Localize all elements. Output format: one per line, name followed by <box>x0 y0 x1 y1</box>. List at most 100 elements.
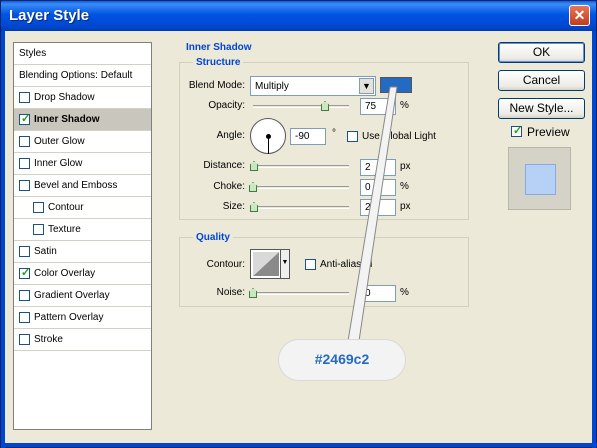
new-style-button[interactable]: New Style... <box>498 98 585 119</box>
title-bar[interactable]: Layer Style ✕ <box>1 1 596 31</box>
style-item-checkbox[interactable] <box>33 224 44 235</box>
use-global-light-label: Use Global Light <box>362 131 436 142</box>
anti-aliased-label: Anti-aliased <box>320 259 373 270</box>
style-item-label: Stroke <box>34 334 63 345</box>
opacity-label: Opacity: <box>208 100 245 111</box>
noise-unit: % <box>400 287 409 298</box>
opacity-field[interactable]: 75 <box>360 98 396 115</box>
style-item-stroke[interactable]: Stroke <box>14 329 151 351</box>
preview-thumbnail <box>508 147 571 210</box>
window-frame-left <box>1 31 5 448</box>
contour-linear-icon <box>253 252 279 276</box>
size-unit: px <box>400 201 411 212</box>
styles-header-label: Styles <box>19 48 47 59</box>
style-item-label: Color Overlay <box>34 268 96 279</box>
preview-swatch <box>525 164 556 195</box>
choke-field[interactable]: 0 <box>360 179 396 196</box>
layer-style-dialog: Layer Style ✕ Styles Blending Options: D… <box>0 0 597 448</box>
noise-label: Noise: <box>216 287 245 298</box>
preview-label: Preview <box>527 125 570 139</box>
style-item-texture[interactable]: Texture <box>14 219 151 241</box>
style-item-checkbox[interactable] <box>19 246 30 257</box>
style-item-label: Contour <box>48 202 84 213</box>
cancel-button[interactable]: Cancel <box>498 70 585 91</box>
opacity-unit: % <box>400 100 409 111</box>
style-item-label: Inner Glow <box>34 158 83 169</box>
window-frame-right <box>592 31 596 448</box>
shadow-color-swatch[interactable] <box>380 77 412 93</box>
style-item-checkbox[interactable] <box>19 290 30 301</box>
size-slider[interactable] <box>253 206 349 209</box>
contour-label: Contour: <box>206 259 245 270</box>
style-item-label: Satin <box>34 246 57 257</box>
style-item-pattern-overlay[interactable]: Pattern Overlay <box>14 307 151 329</box>
style-item-checkbox[interactable] <box>33 202 44 213</box>
style-item-outer-glow[interactable]: Outer Glow <box>14 131 151 153</box>
blending-options-label: Blending Options: Default <box>19 70 133 81</box>
distance-field[interactable]: 2 <box>360 159 396 176</box>
distance-slider[interactable] <box>253 165 349 168</box>
quality-title: Quality <box>193 232 233 243</box>
style-item-drop-shadow[interactable]: Drop Shadow <box>14 87 151 109</box>
style-item-checkbox[interactable] <box>19 136 30 147</box>
angle-field[interactable]: -90 <box>290 128 326 145</box>
size-field[interactable]: 2 <box>360 199 396 216</box>
style-item-gradient-overlay[interactable]: Gradient Overlay <box>14 285 151 307</box>
angle-dial-center <box>266 134 271 139</box>
use-global-light-checkbox[interactable] <box>347 131 358 142</box>
blend-mode-label: Blend Mode: <box>188 80 245 91</box>
blend-mode-value: Multiply <box>255 81 289 92</box>
style-item-checkbox[interactable] <box>19 180 30 191</box>
ok-button[interactable]: OK <box>498 42 585 63</box>
checkmark-icon: ✓ <box>513 125 523 137</box>
style-item-contour[interactable]: Contour <box>14 197 151 219</box>
angle-label: Angle: <box>216 130 245 141</box>
style-item-label: Gradient Overlay <box>34 290 110 301</box>
close-button[interactable]: ✕ <box>569 5 590 26</box>
blending-options-item[interactable]: Blending Options: Default <box>14 65 151 87</box>
blend-mode-select[interactable]: Multiply ▼ <box>250 76 376 96</box>
color-annotation-cloud: #2469c2 <box>278 339 406 381</box>
choke-slider[interactable] <box>253 186 349 189</box>
contour-dropdown-arrow-icon[interactable]: ▼ <box>280 250 289 278</box>
distance-label: Distance: <box>203 160 245 171</box>
contour-picker[interactable]: ▼ <box>250 249 290 279</box>
style-item-label: Bevel and Emboss <box>34 180 118 191</box>
noise-slider[interactable] <box>253 292 349 295</box>
color-annotation-text: #2469c2 <box>314 351 370 367</box>
angle-dial[interactable] <box>250 118 286 154</box>
anti-aliased-checkbox[interactable] <box>305 259 316 270</box>
style-item-checkbox[interactable] <box>19 158 30 169</box>
style-item-label: Pattern Overlay <box>34 312 104 323</box>
style-item-checkbox[interactable]: ✓ <box>19 113 31 125</box>
opacity-slider[interactable] <box>253 105 349 108</box>
style-item-inner-shadow[interactable]: ✓ Inner Shadow <box>14 109 151 131</box>
style-item-bevel-and-emboss[interactable]: Bevel and Emboss <box>14 175 151 197</box>
inner-shadow-title: Inner Shadow <box>186 42 252 53</box>
noise-field[interactable]: 0 <box>360 285 396 302</box>
choke-label: Choke: <box>213 181 245 192</box>
style-item-checkbox[interactable] <box>19 334 30 345</box>
style-item-checkbox[interactable] <box>19 92 30 103</box>
style-item-label: Outer Glow <box>34 136 85 147</box>
styles-header: Styles <box>14 43 151 65</box>
preview-checkbox[interactable]: ✓ <box>511 125 523 137</box>
structure-title: Structure <box>193 57 244 68</box>
style-item-satin[interactable]: Satin <box>14 241 151 263</box>
style-item-inner-glow[interactable]: Inner Glow <box>14 153 151 175</box>
angle-unit: ° <box>332 128 336 139</box>
style-item-checkbox[interactable]: ✓ <box>19 267 31 279</box>
size-label: Size: <box>222 201 245 212</box>
style-item-label: Drop Shadow <box>34 92 95 103</box>
checkmark-icon: ✓ <box>21 113 31 125</box>
chevron-down-icon[interactable]: ▼ <box>359 78 374 94</box>
distance-unit: px <box>400 161 411 172</box>
style-item-label: Inner Shadow <box>34 114 100 125</box>
style-item-color-overlay[interactable]: ✓ Color Overlay <box>14 263 151 285</box>
style-item-checkbox[interactable] <box>19 312 30 323</box>
window-frame-bottom <box>1 443 597 447</box>
choke-unit: % <box>400 181 409 192</box>
window-title: Layer Style <box>9 7 90 24</box>
checkmark-icon: ✓ <box>21 267 31 279</box>
styles-panel: Styles Blending Options: Default Drop Sh… <box>13 42 152 430</box>
